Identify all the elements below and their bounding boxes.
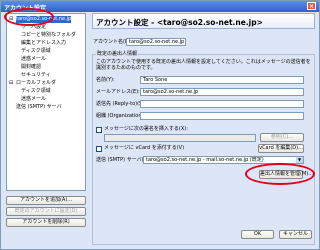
edit-vcard-button[interactable]: vCard を編集(D)... [258,144,304,153]
smtp-select-value: taro@so2.so-net.ne.jp - mail.so-net.ne.j… [146,157,264,163]
signature-file-input[interactable] [104,134,256,142]
reply-to-label: 返信先 (Reply-to)(S): [96,101,146,107]
page-title: アカウント設定 - <taro@so2.so-net.ne.jp> [92,13,315,29]
set-default-button[interactable]: 既定のアカウントに設定(D) [6,207,86,216]
reply-to-input[interactable] [140,100,304,108]
signature-checkbox[interactable] [96,127,102,133]
tree-item-smtp[interactable]: 送信 (SMTP) サーバ [16,104,62,111]
email-label: メールアドレス(E): [96,89,140,95]
signature-browse-button[interactable]: 参照(C)... [260,133,304,142]
section-description: このアカウントで使用する既定の差出人情報を設定してください。これはメッセージの送… [96,59,311,71]
ok-button[interactable]: OK [241,230,274,239]
chevron-down-icon: ▼ [296,157,303,163]
account-tree[interactable]: ⊟ taro@so2.so-net.ne.jp サーバ設定 コピーと特別なフォル… [6,13,86,191]
signature-checkbox-label: メッセージに次の署名を挿入する(X): [104,126,188,132]
tree-item-security[interactable]: セキュリティ [21,72,51,79]
window-titlebar: アカウント設定 × [1,1,319,12]
tree-item-disk-space[interactable]: ディスク領域 [21,48,51,55]
tree-item-junk[interactable]: 迷惑メール [21,56,46,63]
organization-input[interactable] [140,112,304,120]
add-account-button[interactable]: アカウントを追加(A)... [6,196,86,205]
vcard-checkbox[interactable] [96,146,102,152]
name-input[interactable]: Taro Sone [140,76,304,84]
highlight-account-oval [4,8,54,26]
vcard-checkbox-label: メッセージに vCard を添付する(V) [104,145,185,151]
tree-item-composition[interactable]: 編集とアドレス入力 [21,40,66,47]
tree-item-copies-folders[interactable]: コピーと特別なフォルダ [21,32,76,39]
cancel-button[interactable]: キャンセル [279,230,312,239]
delete-account-button[interactable]: アカウントを削除(R) [6,218,86,227]
close-icon[interactable]: × [307,2,316,10]
highlight-manage-oval [245,163,315,185]
name-label: 名前(Y): [96,77,115,83]
tree-item-receipts[interactable]: 開封確認 [21,64,41,71]
email-input[interactable]: taro@so2.so-net.ne.jp [140,88,304,96]
collapse-icon[interactable]: ⊟ [9,80,13,86]
tree-item-local-disk[interactable]: ディスク領域 [21,88,51,95]
account-name-input[interactable]: taro@so2.so-net.ne.jp [126,38,186,46]
tree-item-local-junk[interactable]: 迷惑メール [21,96,46,103]
section-title: 既定の差出人情報 [96,51,139,58]
tree-item-local-folders[interactable]: ローカルフォルダ [16,80,56,87]
